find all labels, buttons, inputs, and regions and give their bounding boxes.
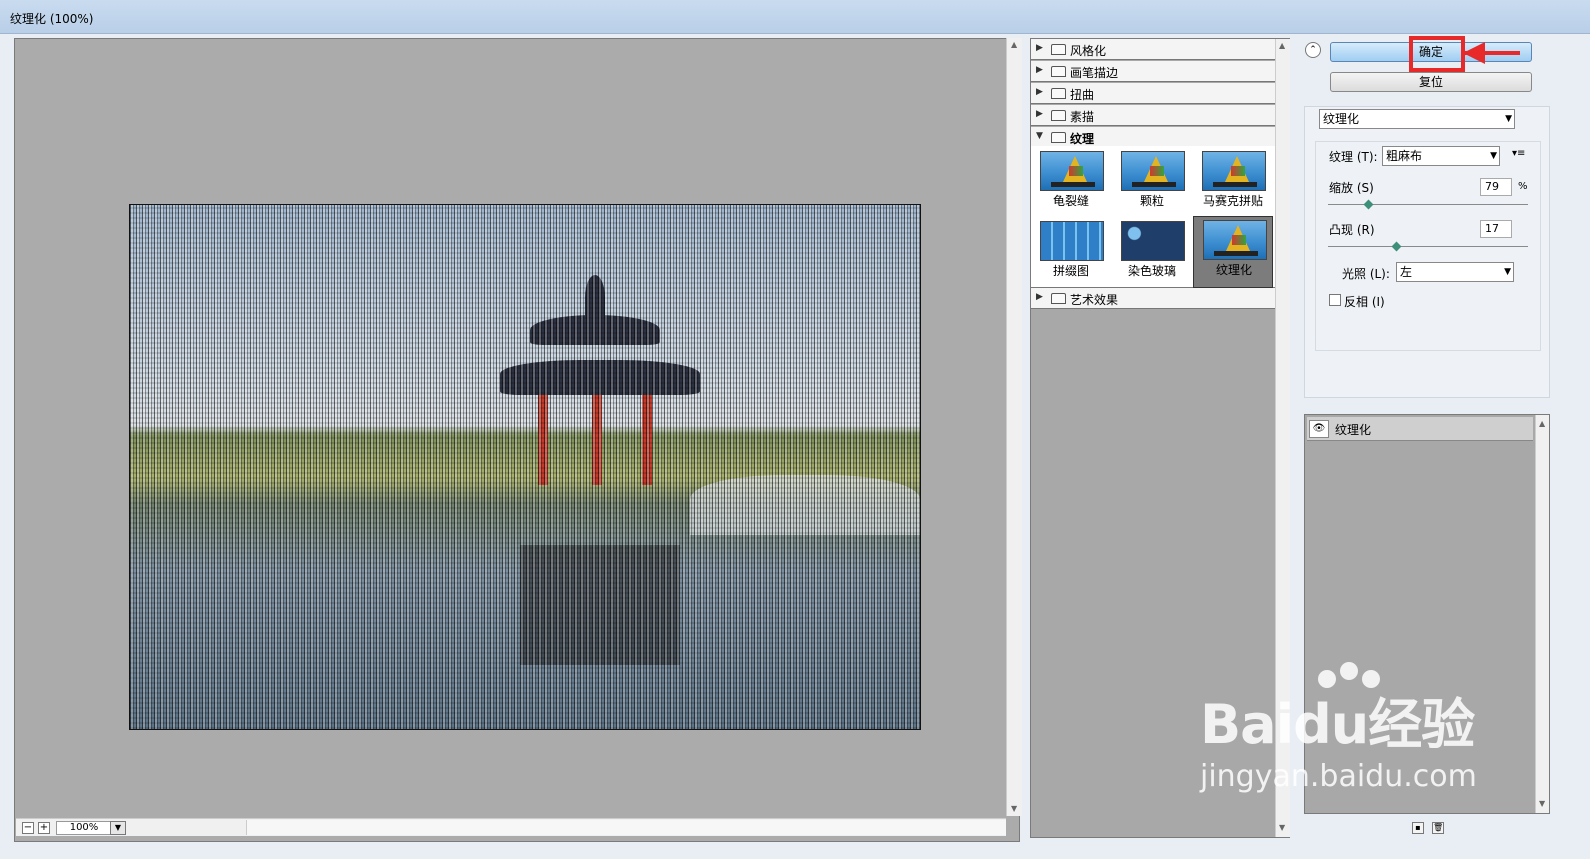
window-title: 纹理化 (100%) bbox=[10, 12, 94, 26]
dropdown-arrow-icon: ▼ bbox=[1505, 114, 1512, 124]
scroll-down-icon[interactable]: ▼ bbox=[1539, 799, 1545, 808]
folder-icon bbox=[1051, 88, 1066, 99]
expand-arrow-icon: ▶ bbox=[1036, 109, 1043, 119]
texture-menu-icon[interactable]: ▾≡ bbox=[1512, 148, 1525, 159]
category-sketch[interactable]: ▶ 素描 bbox=[1031, 105, 1275, 126]
invert-checkbox[interactable] bbox=[1329, 294, 1341, 306]
scroll-up-icon[interactable]: ▲ bbox=[1539, 419, 1545, 428]
reset-button[interactable]: 复位 bbox=[1330, 72, 1532, 92]
expand-arrow-icon: ▶ bbox=[1036, 87, 1043, 97]
texturizer-options: 纹理 (T): 粗麻布 ▼ ▾≡ 缩放 (S) 79 % 凸现 (R) 17 光照… bbox=[1315, 141, 1541, 351]
preview-canvas[interactable] bbox=[14, 38, 1020, 842]
collapse-arrow-icon: ▼ bbox=[1036, 131, 1043, 141]
light-label: 光照 (L): bbox=[1342, 267, 1390, 281]
watermark-logo: Baidu经验 bbox=[1200, 693, 1475, 756]
filter-mosaic-tiles[interactable]: 马赛克拼贴 bbox=[1193, 148, 1273, 218]
open-folder-icon bbox=[1051, 132, 1066, 143]
scroll-up-icon[interactable]: ▲ bbox=[1011, 40, 1017, 49]
preview-horizontal-scrollbar[interactable] bbox=[246, 820, 1006, 835]
scroll-up-icon[interactable]: ▲ bbox=[1279, 41, 1285, 50]
new-effect-layer-icon[interactable]: ▪ bbox=[1412, 822, 1424, 834]
effect-layer-row[interactable]: 👁 纹理化 bbox=[1307, 417, 1533, 441]
filter-craquelure[interactable]: 龟裂缝 bbox=[1031, 148, 1111, 218]
category-brush-strokes[interactable]: ▶ 画笔描边 bbox=[1031, 61, 1275, 82]
preview-image bbox=[129, 204, 921, 730]
layers-scrollbar[interactable]: ▲ ▼ bbox=[1535, 415, 1549, 813]
filter-stained-glass[interactable]: 染色玻璃 bbox=[1112, 218, 1192, 288]
filter-select[interactable]: 纹理化 ▼ bbox=[1319, 109, 1515, 129]
zoom-level-field[interactable]: 100% bbox=[56, 821, 112, 835]
category-label: 纹理 bbox=[1070, 132, 1095, 146]
expand-arrow-icon: ▶ bbox=[1036, 43, 1043, 53]
dropdown-arrow-icon: ▼ bbox=[1504, 267, 1511, 277]
folder-icon bbox=[1051, 44, 1066, 55]
zoom-in-button[interactable]: + bbox=[38, 822, 50, 834]
relief-slider-thumb[interactable] bbox=[1391, 241, 1402, 252]
scaling-unit: % bbox=[1518, 181, 1528, 192]
category-label: 风格化 bbox=[1070, 44, 1107, 58]
scaling-slider-track[interactable] bbox=[1328, 204, 1528, 205]
scroll-down-icon[interactable]: ▼ bbox=[1279, 823, 1285, 832]
filter-patchwork[interactable]: 拼缀图 bbox=[1031, 218, 1111, 288]
filter-settings: 纹理化 ▼ 纹理 (T): 粗麻布 ▼ ▾≡ 缩放 (S) 79 % 凸现 (R) … bbox=[1304, 106, 1550, 398]
scroll-down-icon[interactable]: ▼ bbox=[1011, 804, 1017, 813]
texture-thumbnails: 龟裂缝 颗粒 马赛克拼贴 拼缀图 染色玻璃 纹理化 bbox=[1031, 146, 1275, 288]
highlight-box bbox=[1409, 36, 1465, 72]
light-select[interactable]: 左 ▼ bbox=[1396, 262, 1514, 282]
texture-label: 纹理 (T): bbox=[1329, 150, 1378, 164]
zoom-bar: − + 100% ▼ bbox=[16, 818, 1006, 836]
invert-label: 反相 (I) bbox=[1344, 295, 1385, 309]
window-titlebar: 纹理化 (100%) bbox=[0, 0, 1590, 34]
scaling-input[interactable]: 79 bbox=[1480, 178, 1512, 196]
eye-icon[interactable]: 👁 bbox=[1309, 420, 1329, 438]
scaling-label: 缩放 (S) bbox=[1329, 181, 1374, 195]
preview-vertical-scrollbar[interactable]: ▲ ▼ bbox=[1006, 38, 1022, 816]
category-texture[interactable]: ▼ 纹理 bbox=[1031, 127, 1275, 148]
folder-icon bbox=[1051, 66, 1066, 77]
relief-slider-track[interactable] bbox=[1328, 246, 1528, 247]
category-stylize[interactable]: ▶ 风格化 bbox=[1031, 39, 1275, 60]
category-distort[interactable]: ▶ 扭曲 bbox=[1031, 83, 1275, 104]
category-artistic[interactable]: ▶ 艺术效果 bbox=[1031, 288, 1275, 309]
filter-texturizer[interactable]: 纹理化 bbox=[1193, 216, 1273, 288]
texture-select[interactable]: 粗麻布 ▼ bbox=[1382, 146, 1500, 166]
delete-effect-layer-icon[interactable]: 🗑 bbox=[1432, 822, 1444, 834]
watermark: Baidu经验 jingyan.baidu.com bbox=[1200, 662, 1477, 794]
filter-grain[interactable]: 颗粒 bbox=[1112, 148, 1192, 218]
zoom-out-button[interactable]: − bbox=[22, 822, 34, 834]
folder-icon bbox=[1051, 110, 1066, 121]
category-label: 艺术效果 bbox=[1070, 293, 1119, 307]
relief-input[interactable]: 17 bbox=[1480, 220, 1512, 238]
folder-icon bbox=[1051, 293, 1066, 304]
scaling-slider-thumb[interactable] bbox=[1363, 199, 1373, 210]
relief-label: 凸现 (R) bbox=[1329, 223, 1375, 237]
category-label: 画笔描边 bbox=[1070, 66, 1119, 80]
dropdown-arrow-icon: ▼ bbox=[1490, 151, 1497, 161]
category-label: 素描 bbox=[1070, 110, 1095, 124]
arrow-shaft bbox=[1465, 51, 1520, 55]
expand-arrow-icon: ▶ bbox=[1036, 292, 1043, 302]
expand-arrow-icon: ▶ bbox=[1036, 65, 1043, 75]
zoom-dropdown-icon[interactable]: ▼ bbox=[110, 821, 126, 835]
watermark-url: jingyan.baidu.com bbox=[1200, 759, 1477, 794]
category-label: 扭曲 bbox=[1070, 88, 1095, 102]
effect-layer-name: 纹理化 bbox=[1335, 423, 1372, 437]
collapse-gallery-icon[interactable]: ⌃ bbox=[1305, 42, 1321, 58]
